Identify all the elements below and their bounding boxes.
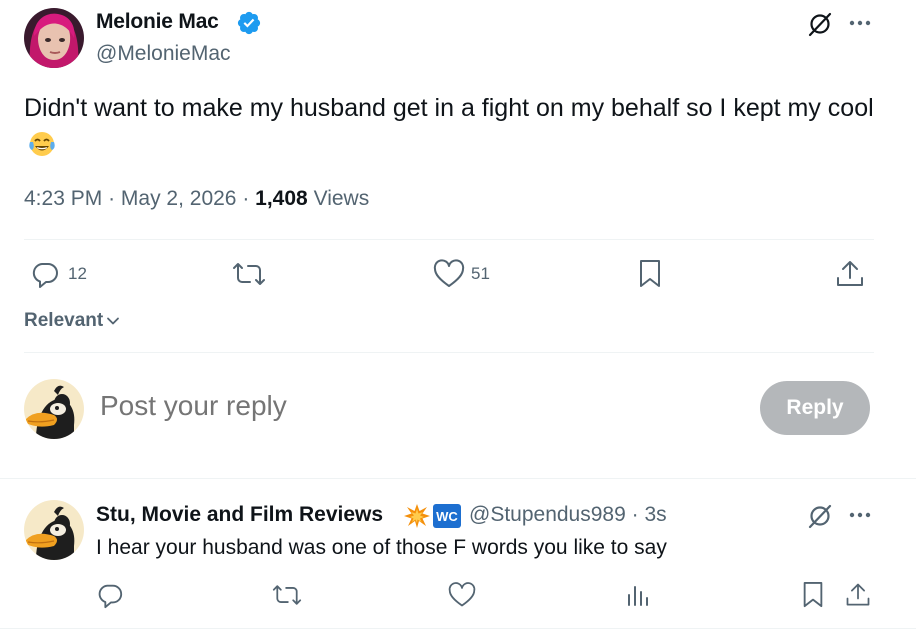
repost-icon[interactable] [232, 259, 266, 289]
reply-reply-action[interactable] [96, 580, 124, 610]
wc-badge: WC [433, 504, 461, 528]
divider [0, 628, 916, 629]
reply-text: I hear your husband was one of those F w… [96, 536, 667, 559]
user-avatar[interactable] [24, 379, 84, 439]
reply-author-handle[interactable]: @Stupendus989 [469, 503, 626, 526]
reply-button[interactable]: Reply [760, 381, 870, 435]
meta-separator: · [631, 503, 639, 526]
bookmark-icon[interactable] [800, 580, 826, 610]
verified-icon [236, 10, 262, 36]
meta-separator: · [108, 187, 116, 210]
more-icon[interactable] [847, 10, 873, 36]
divider [24, 239, 874, 240]
reply-author-meta: @Stupendus989 · 3s [469, 503, 667, 527]
share-action[interactable] [834, 259, 866, 289]
bookmark-action[interactable] [636, 259, 664, 289]
chevron-down-icon [106, 314, 120, 328]
author-handle[interactable]: @MelonieMac [96, 42, 231, 66]
tweet-text: Didn't want to make my husband get in a … [24, 90, 884, 164]
reply-author-name[interactable]: Stu, Movie and Film Reviews [96, 503, 383, 527]
meta-separator: · [242, 187, 250, 210]
reply-share-action[interactable] [844, 580, 872, 610]
laughing-tears-emoji [28, 130, 56, 158]
share-icon[interactable] [834, 258, 866, 290]
like-icon[interactable] [433, 259, 465, 289]
tweet-meta: 4:23 PM · May 2, 2026 · 1,408 Views [24, 187, 369, 211]
divider [24, 352, 874, 353]
repost-action[interactable] [232, 259, 266, 289]
bookmark-icon[interactable] [636, 258, 664, 290]
views-label: Views [313, 187, 370, 210]
reply-bookmark-action[interactable] [800, 580, 826, 610]
reply-icon[interactable] [30, 259, 60, 289]
share-icon[interactable] [844, 581, 872, 609]
views-icon[interactable] [624, 581, 652, 609]
author-name[interactable]: Melonie Mac [96, 10, 219, 34]
like-count: 51 [471, 264, 490, 283]
grok-icon[interactable] [806, 502, 834, 530]
like-action[interactable]: 51 [433, 259, 490, 289]
tweet-date[interactable]: May 2, 2026 [121, 187, 237, 210]
reply-action[interactable]: 12 [30, 259, 87, 289]
reply-author-avatar[interactable] [24, 500, 84, 560]
reply-age[interactable]: 3s [644, 503, 666, 526]
tweet-time[interactable]: 4:23 PM [24, 187, 102, 210]
author-avatar[interactable] [24, 8, 84, 68]
views-count: 1,408 [255, 187, 308, 210]
collision-emoji [403, 503, 431, 529]
sort-selector[interactable]: Relevant [24, 310, 120, 332]
grok-icon[interactable] [806, 10, 834, 38]
reply-count: 12 [68, 264, 87, 283]
more-icon[interactable] [847, 502, 873, 528]
reply-repost-action[interactable] [272, 580, 302, 610]
reply-views-action[interactable] [624, 580, 652, 610]
reply-icon[interactable] [96, 581, 124, 609]
sort-label: Relevant [24, 310, 104, 331]
repost-icon[interactable] [272, 581, 302, 609]
reply-input[interactable] [100, 390, 720, 422]
like-icon[interactable] [448, 581, 476, 609]
tweet-body: Didn't want to make my husband get in a … [24, 94, 874, 122]
divider [0, 478, 916, 479]
reply-like-action[interactable] [448, 580, 476, 610]
